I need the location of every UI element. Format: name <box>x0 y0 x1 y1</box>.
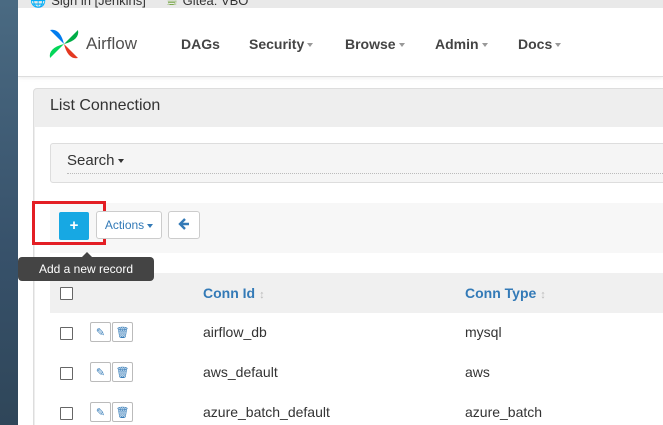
add-record-button[interactable]: + <box>59 212 89 240</box>
conn-id-cell: aws_default <box>203 364 278 380</box>
bookmark-gitea[interactable]: ☕ Gitea: VBO <box>166 0 248 8</box>
add-record-tooltip: Add a new record <box>18 252 154 281</box>
nav-browse-label: Browse <box>345 36 396 52</box>
desktop-background <box>0 0 18 425</box>
back-button[interactable] <box>168 211 200 239</box>
bookmark-jenkins[interactable]: 🌐 Sign in [Jenkins] <box>30 0 146 8</box>
edit-record-button[interactable]: ✎ <box>90 322 111 342</box>
search-label: Search <box>67 152 115 169</box>
bookmark-gitea-label: Gitea: VBO <box>182 0 249 8</box>
conn-id-cell: azure_batch_default <box>203 404 330 420</box>
edit-record-button[interactable]: ✎ <box>90 362 111 382</box>
column-label: Conn Type <box>465 285 537 301</box>
brand-name: Airflow <box>86 34 138 53</box>
search-dropdown-button[interactable]: Search <box>67 152 124 169</box>
chevron-down-icon <box>307 43 314 48</box>
row-checkbox[interactable] <box>60 327 73 340</box>
trash-icon: 🗑 <box>115 326 130 339</box>
nav-browse[interactable]: Browse <box>345 36 405 52</box>
delete-record-button[interactable]: 🗑 <box>112 322 133 342</box>
actions-dropdown-button[interactable]: Actions <box>96 211 162 239</box>
arrow-left-icon <box>178 217 189 230</box>
chevron-down-icon <box>555 43 562 48</box>
nav-security-label: Security <box>249 36 305 52</box>
conn-type-cell: azure_batch <box>465 404 543 420</box>
globe-icon: 🌐 <box>30 0 47 8</box>
delete-record-button[interactable]: 🗑 <box>112 362 133 382</box>
edit-icon: ✎ <box>95 326 106 339</box>
search-filter-bar: Search <box>50 143 663 183</box>
top-navbar: Airflow DAGs Security Browse Admin Docs <box>18 8 663 77</box>
bookmark-jenkins-label: Sign in [Jenkins] <box>51 0 146 8</box>
chevron-down-icon <box>117 159 124 164</box>
gitea-icon: ☕ <box>166 0 178 8</box>
conn-type-cell: aws <box>465 364 490 380</box>
nav-docs[interactable]: Docs <box>518 36 562 52</box>
page-title: List Connection <box>50 97 161 114</box>
airflow-page: Airflow DAGs Security Browse Admin Docs … <box>18 8 663 425</box>
trash-icon: 🗑 <box>115 406 130 419</box>
row-checkbox[interactable] <box>60 407 73 420</box>
chevron-down-icon <box>481 43 488 48</box>
row-checkbox[interactable] <box>60 367 73 380</box>
conn-id-cell: airflow_db <box>203 324 267 340</box>
edit-record-button[interactable]: ✎ <box>90 402 111 422</box>
column-header-conn-type[interactable]: Conn Type ↕ <box>465 285 546 301</box>
tooltip-arrow <box>82 252 92 257</box>
nav-dags-label: DAGs <box>181 36 220 52</box>
table-row: ✎ 🗑 azure_batch_default azure_batch <box>50 393 663 425</box>
list-toolbar: + Actions <box>32 201 663 253</box>
nav-dags[interactable]: DAGs <box>181 36 220 52</box>
column-header-conn-id[interactable]: Conn Id ↕ <box>203 285 265 301</box>
nav-admin[interactable]: Admin <box>435 36 488 52</box>
airflow-logo[interactable]: Airflow <box>46 26 137 62</box>
edit-icon: ✎ <box>95 406 106 419</box>
select-all-checkbox[interactable] <box>60 287 73 300</box>
actions-label: Actions <box>104 218 145 232</box>
nav-security[interactable]: Security <box>249 36 314 52</box>
delete-record-button[interactable]: 🗑 <box>112 402 133 422</box>
chevron-down-icon <box>147 223 154 228</box>
nav-docs-label: Docs <box>518 36 553 52</box>
sort-icon: ↕ <box>540 289 546 301</box>
chevron-down-icon <box>398 43 405 48</box>
sort-icon: ↕ <box>259 289 265 301</box>
bookmarks-bar: 🌐 Sign in [Jenkins] ☕ Gitea: VBO <box>18 0 663 8</box>
trash-icon: 🗑 <box>115 366 130 379</box>
divider <box>67 173 663 174</box>
table-row: ✎ 🗑 aws_default aws <box>50 353 663 394</box>
airflow-pinwheel-icon <box>49 29 79 59</box>
edit-icon: ✎ <box>95 366 106 379</box>
tooltip-text: Add a new record <box>38 262 134 276</box>
table-row: ✎ 🗑 airflow_db mysql <box>50 313 663 354</box>
column-label: Conn Id <box>203 285 256 301</box>
nav-admin-label: Admin <box>435 36 479 52</box>
conn-type-cell: mysql <box>465 324 502 340</box>
